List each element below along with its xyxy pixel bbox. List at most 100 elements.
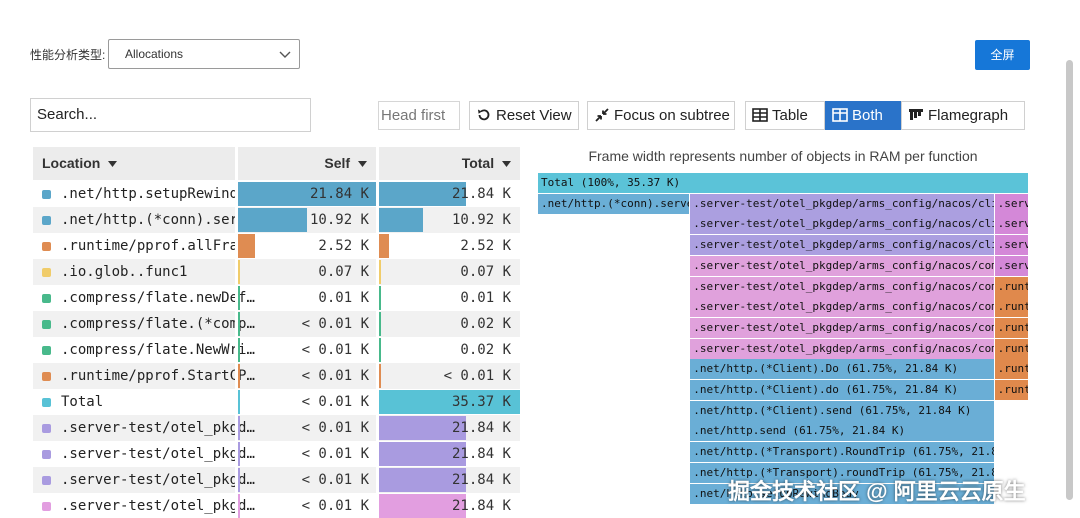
columns-icon [832,108,848,122]
total-value: 21.84 K [451,446,511,462]
flamegraph-frame[interactable]: .server-test/otel_pkgdep/arms_config/nac… [690,317,994,338]
profile-type-select[interactable]: Allocations [108,39,300,69]
color-swatch [42,424,51,433]
profile-type-label: 性能分析类型: [30,48,106,62]
total-value: < 0.01 K [443,368,511,384]
total-value: 10.92 K [451,212,511,228]
flamegraph-frame[interactable]: .runt [994,276,1028,297]
flamegraph-frame[interactable]: .runt [994,338,1028,359]
flamegraph-frame[interactable]: .server-test/otel_pkgdep/arms_config/nac… [690,255,994,276]
flamegraph-frame[interactable]: .server-test/otel_pkgdep/arms_config/nac… [690,276,994,297]
self-bar [238,442,240,466]
self-bar [238,208,307,232]
total-bar [379,260,381,284]
flamegraph-frame[interactable]: .server-test/otel_pkgdep/arms_config/nac… [690,338,994,359]
row-location: .io.glob..func1 [61,264,188,280]
flamegraph-frame[interactable]: .serv [994,235,1028,256]
table-row[interactable]: Total < 0.01 K 35.37 K [33,389,520,415]
table-row[interactable]: .net/http.(*conn).serve 10.92 K 10.92 K [33,207,520,233]
table-icon [752,108,768,122]
flamegraph-frame[interactable]: .serv [994,193,1028,214]
table-row[interactable]: .compress/flate.(*compressor).init < 0.01… [33,311,520,337]
self-bar [238,286,240,310]
row-location: .compress/flate.NewWriter [61,342,255,358]
flamegraph-frame[interactable]: Total (100%, 35.37 K) [538,173,1028,193]
total-value: 0.01 K [460,290,511,306]
flamegraph-icon [909,109,923,120]
table-row[interactable]: .compress/flate.newDeflateFast 0.01 K 0.01… [33,285,520,311]
row-location: .compress/flate.newDeflateFast [61,290,255,306]
reset-view-button[interactable]: Reset View [469,101,579,130]
color-swatch [42,190,51,199]
flamegraph-frame[interactable]: .serv [994,214,1028,235]
head-first-select[interactable]: Head first [378,101,460,130]
self-value: 0.07 K [318,264,369,280]
flamegraph-frame[interactable]: .server-test/otel_pkgdep/arms_config/nac… [690,214,994,235]
location-column-header[interactable]: Location [33,147,235,180]
color-swatch [42,346,51,355]
flamegraph-frame[interactable]: .runt [994,317,1028,338]
table-row[interactable]: .server-test/otel_pkgdep < 0.01 K 21.84 K [33,441,520,467]
flamegraph-frame[interactable]: .net/http.(*conn).serve [538,193,690,214]
collapse-arrows-icon [595,108,609,122]
self-value: < 0.01 K [301,446,369,462]
flamegraph-view-button[interactable]: Flamegraph [901,101,1025,130]
search-input[interactable]: Search... [30,98,311,132]
sort-down-icon [502,161,511,167]
fullscreen-button[interactable]: 全屏 [975,40,1030,70]
row-location: .server-test/otel_pkgdep [61,472,255,488]
color-swatch [42,398,51,407]
table-row[interactable]: .net/http.setupRewindBody 21.84 K 21.84 K [33,181,520,207]
flamegraph-frame[interactable]: .net/http.(*Transport).RoundTrip (61.75%… [690,442,994,463]
self-bar [238,468,240,492]
self-bar [238,234,255,258]
flamegraph-frame[interactable]: .net/http.(*Client).do (61.75%, 21.84 K) [690,380,994,400]
total-bar [379,286,381,310]
self-value: 21.84 K [309,186,369,202]
sort-down-icon [108,161,118,167]
table-row[interactable]: .runtime/pprof.StartCPUProfile < 0.01 K < … [33,363,520,389]
row-location: .net/http.(*conn).serve [61,212,255,228]
table-row[interactable]: .compress/flate.NewWriter < 0.01 K 0.02 K [33,337,520,363]
flamegraph-frame[interactable]: .runt [994,359,1028,380]
total-column-header[interactable]: Total [379,147,520,180]
total-value: 0.02 K [460,316,511,332]
self-value: 2.52 K [318,238,369,254]
flamegraph-frame[interactable]: .server-test/otel_pkgdep/arms_config/nac… [690,193,994,214]
total-bar [379,364,381,388]
flamegraph-frame[interactable]: .net/http.(*Client).send (61.75%, 21.84 … [690,400,994,421]
self-value: < 0.01 K [301,368,369,384]
flamegraph-frame[interactable]: .server-test/otel_pkgdep/arms_config/nac… [690,235,994,256]
both-view-button[interactable]: Both [825,101,901,130]
table-row[interactable]: .runtime/pprof.allFrames 2.52 K 2.52 K [33,233,520,259]
flamegraph-frame[interactable]: .server-test/otel_pkgdep/arms_config/nac… [690,297,994,318]
self-bar [238,390,240,414]
flamegraph-title: Frame width represents number of objects… [588,148,978,164]
table-row[interactable]: .server-test/otel_pkgdep < 0.01 K 21.84 K [33,415,520,441]
flamegraph-frame[interactable]: .serv [994,255,1028,276]
total-bar [379,234,389,258]
self-column-header[interactable]: Self [238,147,376,180]
table-row[interactable]: .server-test/otel_pkgdep < 0.01 K 21.84 K [33,467,520,493]
flamegraph-frame[interactable]: .runt [994,380,1028,400]
focus-subtree-button[interactable]: Focus on subtree [587,101,735,130]
flamegraph-frame[interactable]: .runt [994,297,1028,318]
scrollbar-thumb[interactable] [1066,60,1073,500]
self-bar [238,312,240,336]
self-bar [238,416,240,440]
table-view-button[interactable]: Table [745,101,825,130]
total-value: 0.07 K [460,264,511,280]
self-value: < 0.01 K [301,394,369,410]
color-swatch [42,450,51,459]
self-bar [238,494,240,518]
row-location: .server-test/otel_pkgdep [61,446,255,462]
flamegraph-frame[interactable]: .net/http.(*Client).Do (61.75%, 21.84 K) [690,359,994,380]
row-location: .runtime/pprof.allFrames [61,238,255,254]
self-value: 10.92 K [309,212,369,228]
table-row[interactable]: .server-test/otel_pkgdep < 0.01 K 21.84 K [33,493,520,518]
table-row[interactable]: .io.glob..func1 0.07 K 0.07 K [33,259,520,285]
color-swatch [42,294,51,303]
self-bar [238,364,240,388]
flamegraph-frame[interactable]: .net/http.send (61.75%, 21.84 K) [690,421,994,442]
row-location: .compress/flate.(*compressor).init [61,316,255,332]
